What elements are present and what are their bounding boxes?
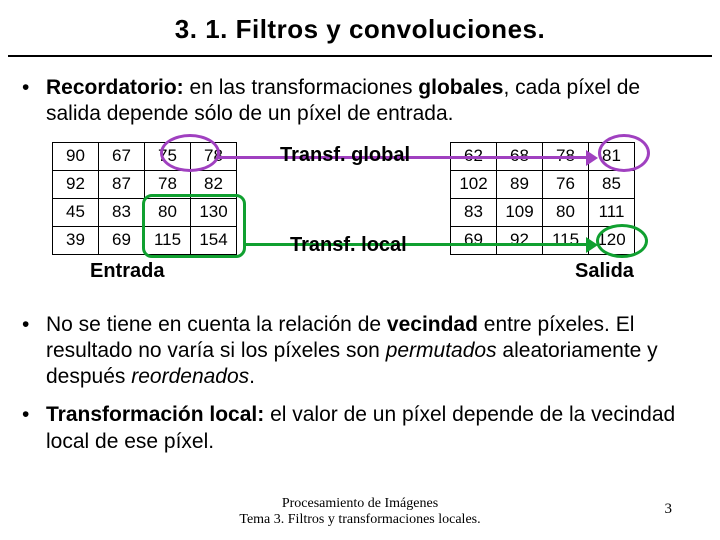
bullet-3: Transformación local: el valor de un píx… bbox=[0, 396, 720, 461]
caption-salida: Salida bbox=[575, 260, 634, 283]
bullet-1-a: en las transformaciones bbox=[184, 76, 419, 99]
bullet-1: Recordatorio: en las transformaciones gl… bbox=[0, 69, 720, 134]
global-src-circle-icon bbox=[160, 134, 220, 172]
global-dst-circle-icon bbox=[598, 134, 650, 172]
cell: 111 bbox=[589, 198, 635, 226]
bullet-2-vecindad: vecindad bbox=[387, 313, 478, 336]
local-src-box-icon bbox=[142, 194, 246, 258]
cell: 102 bbox=[451, 170, 497, 198]
cell: 76 bbox=[543, 170, 589, 198]
cell: 83 bbox=[99, 198, 145, 226]
cell: 89 bbox=[497, 170, 543, 198]
cell: 109 bbox=[497, 198, 543, 226]
bullet-2-d: . bbox=[249, 365, 255, 388]
cell: 83 bbox=[451, 198, 497, 226]
cell: 45 bbox=[53, 198, 99, 226]
cell: 92 bbox=[53, 170, 99, 198]
tables-diagram: 90677578 92877882 458380130 3969115154 6… bbox=[0, 142, 720, 302]
cell: 85 bbox=[589, 170, 635, 198]
bullet-3-lead: Transformación local: bbox=[46, 403, 264, 426]
cell: 90 bbox=[53, 142, 99, 170]
slide-title: 3. 1. Filtros y convoluciones. bbox=[8, 0, 712, 57]
label-transf-global: Transf. global bbox=[280, 144, 410, 167]
bullet-1-globales: globales bbox=[418, 76, 503, 99]
bullet-2-permutados: permutados bbox=[386, 339, 497, 362]
bullet-1-lead: Recordatorio: bbox=[46, 76, 184, 99]
cell: 39 bbox=[53, 226, 99, 254]
bullet-2-a: No se tiene en cuenta la relación de bbox=[46, 313, 387, 336]
cell: 67 bbox=[99, 142, 145, 170]
footer-line-1: Procesamiento de Imágenes bbox=[0, 496, 720, 512]
label-transf-local: Transf. local bbox=[290, 234, 407, 257]
bullet-2: No se tiene en cuenta la relación de vec… bbox=[0, 306, 720, 397]
cell: 87 bbox=[99, 170, 145, 198]
local-dst-circle-icon bbox=[596, 224, 648, 258]
cell: 69 bbox=[99, 226, 145, 254]
slide-footer: Procesamiento de Imágenes Tema 3. Filtro… bbox=[0, 496, 720, 528]
caption-entrada: Entrada bbox=[90, 260, 164, 283]
footer-line-2: Tema 3. Filtros y transformaciones local… bbox=[0, 512, 720, 528]
bullet-2-reordenados: reordenados bbox=[131, 365, 249, 388]
cell: 80 bbox=[543, 198, 589, 226]
page-number: 3 bbox=[665, 501, 673, 518]
